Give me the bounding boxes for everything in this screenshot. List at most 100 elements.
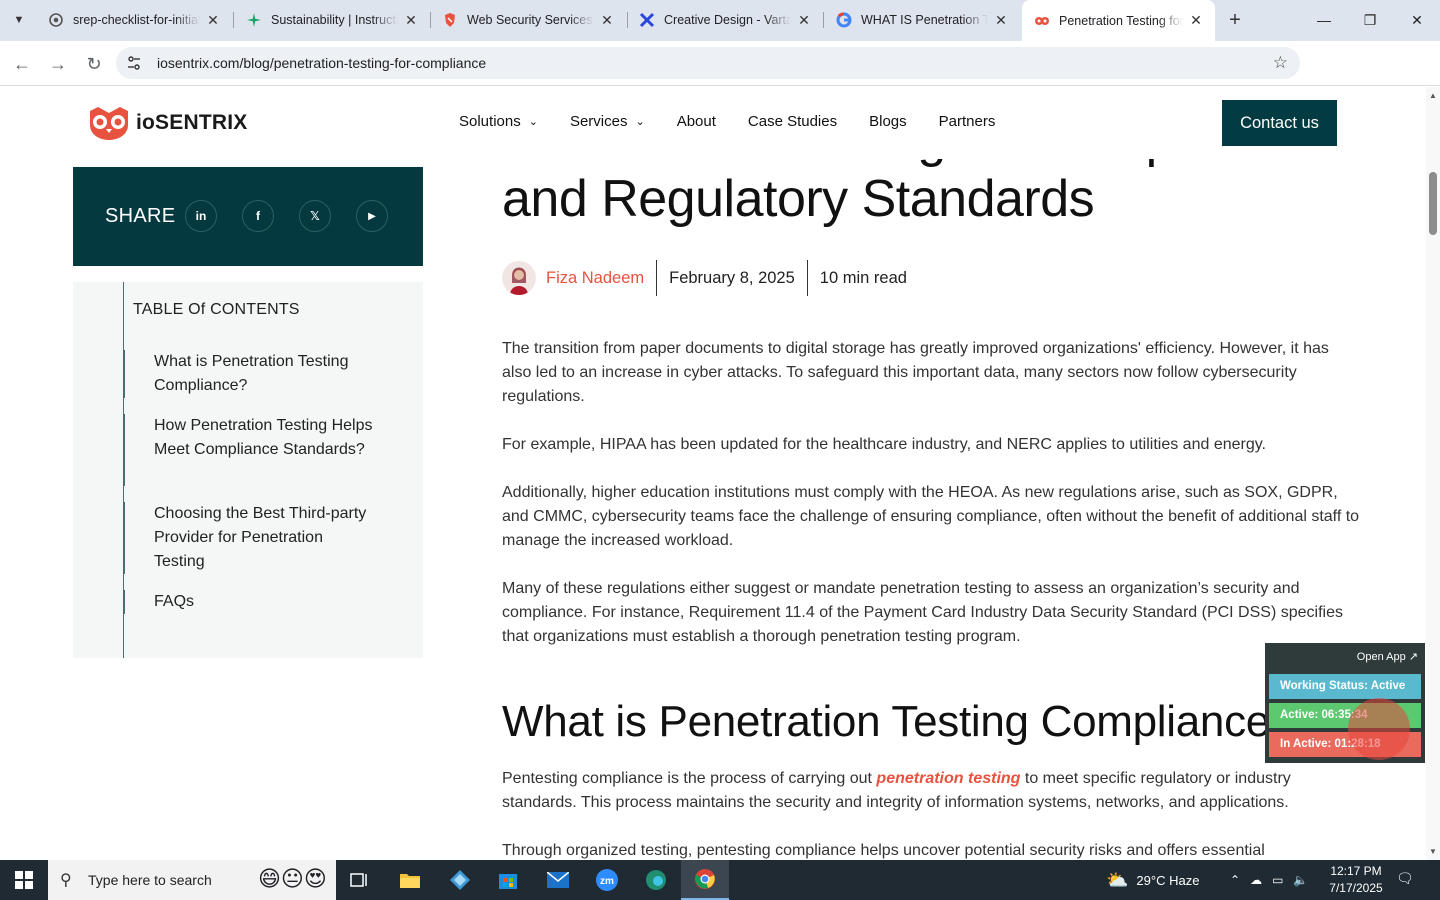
search-placeholder: Type here to search [88,872,212,888]
url-text[interactable]: iosentrix.com/blog/penetration-testing-f… [157,55,486,71]
mail-icon[interactable] [534,860,582,900]
close-tab-icon[interactable]: ✕ [1187,12,1205,30]
paragraph-text: Pentesting compliance is the process of … [502,770,877,787]
toc-item[interactable]: Choosing the Best Third-party Provider f… [154,502,374,574]
bookmark-star-icon[interactable]: ☆ [1273,53,1288,73]
nav-label: Solutions [459,113,521,130]
network-icon[interactable]: ▭ [1272,873,1283,887]
nav-about[interactable]: About [677,113,716,130]
contact-us-button[interactable]: Contact us [1222,100,1337,146]
close-tab-icon[interactable]: ✕ [204,11,222,29]
chrome-icon[interactable] [681,860,729,900]
site-logo[interactable]: ioSENTRIX [88,105,247,141]
app-diamond-icon[interactable] [436,860,484,900]
article-paragraph: Pentesting compliance is the process of … [502,767,1362,815]
nav-services[interactable]: Services ⌄ [570,113,645,130]
chat-widget-button[interactable] [1348,698,1410,760]
article-paragraph: Through organized testing, pentesting co… [502,842,1265,859]
nav-partners[interactable]: Partners [939,113,996,130]
working-status: Working Status: Active [1269,674,1421,699]
scroll-up-icon[interactable]: ▲ [1429,91,1437,100]
author-name-link[interactable]: Fiza Nadeem [546,269,644,288]
open-app-link[interactable]: Open App ↗ [1357,650,1418,663]
article-paragraph: Many of these regulations either suggest… [502,580,1343,645]
youtube-icon[interactable]: ▶ [356,200,388,232]
page-scrollbar[interactable]: ▲ ▼ [1426,87,1440,860]
new-tab-button[interactable]: + [1224,9,1246,31]
x-twitter-icon[interactable]: 𝕏 [299,200,331,232]
browser-tab[interactable]: Sustainability | Instructio ✕ [234,0,430,40]
zoom-icon[interactable]: zm [583,860,631,900]
linkedin-icon[interactable]: in [185,200,217,232]
clock-time: 12:17 PM [1330,864,1382,878]
scroll-down-icon[interactable]: ▼ [1429,847,1437,856]
google-docs-icon [48,12,64,28]
close-window-button[interactable]: ✕ [1394,0,1440,40]
facebook-icon[interactable]: f [242,200,274,232]
article-title: and Regulatory Standards [502,170,1095,228]
author-avatar [502,261,536,295]
close-tab-icon[interactable]: ✕ [795,11,813,29]
reload-icon[interactable]: ↻ [82,52,106,76]
weather-icon: ⛅ [1106,869,1129,890]
meta-divider [656,260,658,296]
site-info-icon[interactable] [126,55,142,71]
minimize-button[interactable]: — [1301,0,1347,40]
nav-solutions[interactable]: Solutions ⌄ [459,113,538,130]
browser-tab-strip: ▼ srep-checklist-for-initial ✕ Sustainab… [0,0,1440,41]
close-tab-icon[interactable]: ✕ [402,11,420,29]
file-explorer-icon[interactable] [386,860,434,900]
browser-tab[interactable]: WHAT IS Penetration Te ✕ [824,0,1020,40]
article-paragraph: Additionally, higher education instituti… [502,484,1360,549]
system-clock[interactable]: 12:17 PM 7/17/2025 [1326,863,1386,897]
toc-item[interactable]: How Penetration Testing Helps Meet Compl… [154,414,374,462]
nav-case-studies[interactable]: Case Studies [748,113,837,130]
toc-marker [123,502,125,574]
back-arrow-icon[interactable]: ← [10,52,34,76]
tab-search-button[interactable]: ▼ [8,9,30,31]
tab-title: Sustainability | Instructio [271,13,398,27]
restore-button[interactable]: ❐ [1347,0,1393,40]
tab-title: srep-checklist-for-initial [73,13,200,27]
share-box: SHARE in f 𝕏 ▶ [73,167,423,266]
logo-text: ioSENTRIX [136,111,248,134]
nav-label: Partners [938,113,996,130]
weather-widget[interactable]: ⛅ 29°C Haze [1106,860,1199,900]
emoji-highlight-icon: 😄😐😍 [258,866,327,891]
browser-tab-active[interactable]: Penetration Testing for ✕ [1022,0,1215,41]
read-time: 10 min read [819,268,907,287]
chevron-up-icon[interactable]: ⌃ [1230,873,1240,887]
tray-icons[interactable]: ⌃ ☁ ▭ 🔈 [1230,860,1308,900]
windows-start-icon[interactable] [0,860,48,900]
forward-arrow-icon[interactable]: → [46,52,70,76]
toc-marker [123,590,125,614]
edge-icon[interactable] [632,860,680,900]
browser-tab[interactable]: Creative Design - Vartan ✕ [627,0,823,40]
task-view-icon[interactable] [336,860,384,900]
scrollbar-thumb[interactable] [1429,172,1437,235]
browser-tab[interactable]: srep-checklist-for-initial ✕ [36,0,232,40]
meta-divider [806,260,808,296]
close-tab-icon[interactable]: ✕ [992,11,1010,29]
penetration-testing-link[interactable]: penetration testing [876,770,1020,787]
taskbar-search[interactable]: ⚲ Type here to search 😄😐😍 [48,860,336,900]
article-paragraph: The transition from paper documents to d… [502,340,1329,405]
microsoft-store-icon[interactable] [484,860,532,900]
chevron-down-icon: ⌄ [528,116,538,128]
chevron-down-icon: ⌄ [635,116,645,128]
browser-tab[interactable]: Web Security Services | ✕ [430,0,626,40]
onedrive-cloud-icon[interactable]: ☁ [1250,873,1262,887]
page-viewport: Penetration Testing for Compliance with … [0,87,1440,860]
toc-item[interactable]: What is Penetration Testing Compliance? [154,350,374,398]
site-header: ioSENTRIX Solutions ⌄ Services ⌄ About Cas… [0,87,1426,159]
search-icon: ⚲ [60,872,72,889]
notification-center-icon[interactable]: 🗨 [1396,870,1420,890]
weather-text: 29°C Haze [1136,872,1200,888]
nav-blogs[interactable]: Blogs [869,113,907,130]
close-tab-icon[interactable]: ✕ [598,11,616,29]
toc-item[interactable]: FAQs [154,590,374,614]
section-heading: What is Penetration Testing Compliance? [502,697,1295,746]
volume-icon[interactable]: 🔈 [1293,873,1308,887]
address-bar[interactable]: iosentrix.com/blog/penetration-testing-f… [116,47,1300,79]
asterisk-green-icon [246,12,262,28]
